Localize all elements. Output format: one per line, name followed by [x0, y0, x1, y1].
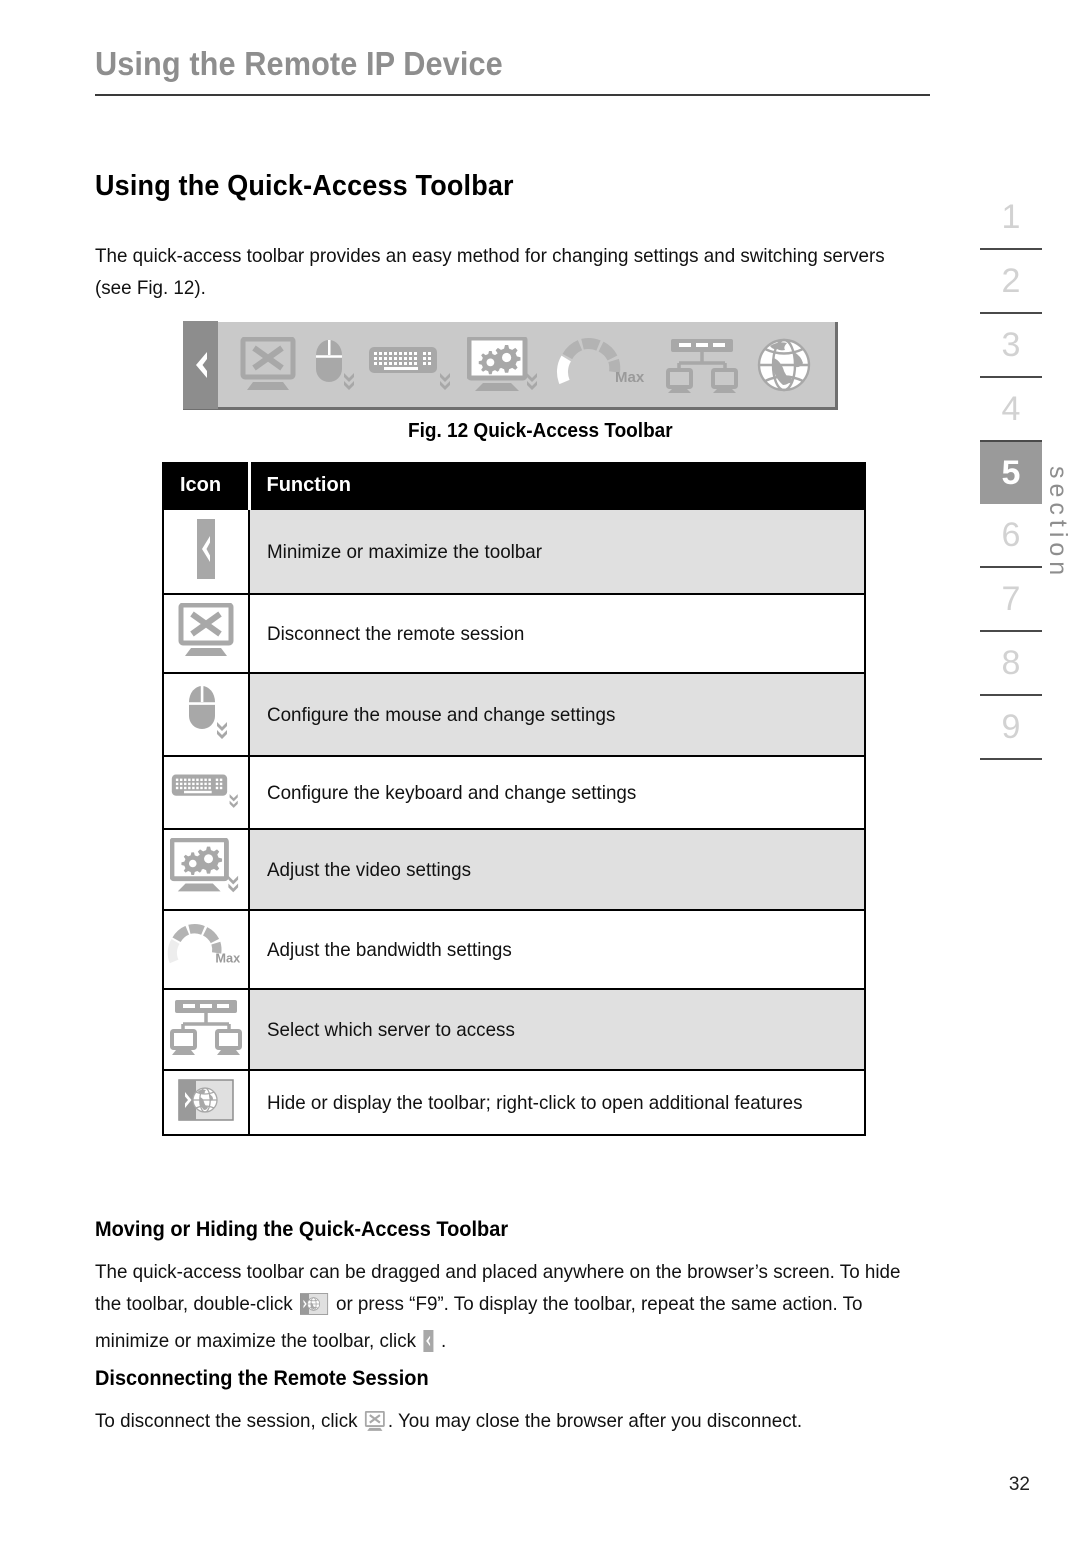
- table-row: Configure the mouse and change settings: [162, 672, 866, 757]
- column-header-function: Function: [266, 473, 351, 496]
- double-chevron-down-icon: [439, 372, 450, 390]
- section-heading-moving: Moving or Hiding the Quick-Access Toolba…: [95, 1218, 509, 1241]
- row-icon-mouse: [162, 672, 250, 757]
- section-rail: 1 2 3 4 5 6 7 8 9: [980, 186, 1042, 760]
- table-header-row: Icon Function: [163, 463, 865, 509]
- section-rail-label: section: [1044, 466, 1072, 581]
- video-gears-monitor-icon: [467, 336, 541, 393]
- section-rail-divider: [980, 758, 1042, 760]
- row-icon-minimize-chevron-handle: [162, 508, 250, 595]
- inline-minimize-chevron-handle-icon: [423, 1330, 434, 1362]
- section-rail-item-4[interactable]: 4: [980, 378, 1042, 440]
- bandwidth-dial-icon: Max: [555, 336, 649, 394]
- double-chevron-down-icon: [527, 372, 538, 390]
- moving-text-part-3: .: [435, 1330, 447, 1352]
- document-page: Using the Remote IP Device Using the Qui…: [0, 0, 1080, 1542]
- section-rail-item-7[interactable]: 7: [980, 568, 1042, 630]
- section-heading-disconnecting: Disconnecting the Remote Session: [95, 1367, 429, 1390]
- chevron-left-icon: [195, 351, 207, 378]
- double-chevron-down-icon: [344, 372, 355, 390]
- server-select-network-icon: [170, 1000, 242, 1055]
- row-icon-video-gears-monitor: [162, 828, 250, 911]
- icon-function-table: Icon Function Minimize or maximize the t…: [162, 462, 866, 1136]
- minimize-chevron-handle-icon: [197, 519, 215, 579]
- page-title: Using the Quick-Access Toolbar: [95, 170, 514, 202]
- section-rail-item-9[interactable]: 9: [980, 696, 1042, 758]
- section-rail-item-1[interactable]: 1: [980, 186, 1042, 248]
- column-header-icon: Icon: [163, 463, 251, 509]
- figure-caption-text: Fig. 12 Quick-Access Toolbar: [407, 420, 673, 442]
- header-divider: [95, 93, 930, 96]
- row-function-text: Adjust the video settings: [248, 828, 866, 911]
- row-function-text: Adjust the bandwidth settings: [248, 909, 866, 990]
- disconnect-monitor-x-icon: [239, 336, 297, 393]
- section-paragraph-moving: The quick-access toolbar can be dragged …: [95, 1256, 915, 1362]
- disconnect-text-part-1: To disconnect the session, click: [95, 1410, 363, 1432]
- row-icon-keyboard: [162, 755, 250, 830]
- figure-caption: Fig. 12 Quick-Access Toolbar: [0, 420, 1080, 443]
- server-select-network-icon: [663, 337, 741, 393]
- dial-max-label: Max: [615, 369, 645, 386]
- section-rail-item-3[interactable]: 3: [980, 314, 1042, 376]
- row-function-text: Disconnect the remote session: [248, 593, 866, 674]
- table-row: Hide or display the toolbar; right-click…: [162, 1069, 866, 1136]
- double-chevron-down-icon: [229, 794, 238, 808]
- table-row: Select which server to access: [162, 988, 866, 1071]
- video-gears-monitor-icon: [169, 837, 239, 893]
- section-rail-item-8[interactable]: 8: [980, 632, 1042, 694]
- page-number: 32: [1008, 1474, 1030, 1495]
- quick-access-toolbar-figure: Max: [183, 320, 838, 410]
- disconnect-monitor-x-icon: [178, 602, 234, 656]
- keyboard-icon: [171, 774, 238, 808]
- inline-disconnect-monitor-x-icon: [365, 1410, 386, 1442]
- table-row: Adjust the video settings: [162, 828, 866, 911]
- toolbar-icon-row: Max: [218, 322, 835, 407]
- section-paragraph-disconnecting: To disconnect the session, click . You m…: [95, 1405, 915, 1442]
- section-rail-item-2[interactable]: 2: [980, 250, 1042, 312]
- bandwidth-dial-icon: Max: [167, 924, 240, 965]
- double-chevron-down-icon: [228, 875, 239, 893]
- running-header: Using the Remote IP Device: [95, 45, 930, 96]
- inline-hide-display-globe-icon: [300, 1293, 329, 1325]
- table-row: Minimize or maximize the toolbar: [162, 508, 866, 595]
- dial-max-label: Max: [215, 950, 240, 965]
- row-function-text: Minimize or maximize the toolbar: [248, 508, 866, 595]
- row-icon-disconnect-monitor-x: [162, 593, 250, 674]
- globe-icon: [754, 336, 814, 394]
- section-rail-item-6[interactable]: 6: [980, 504, 1042, 566]
- row-icon-bandwidth-dial: Max: [162, 909, 250, 990]
- row-function-text: Configure the keyboard and change settin…: [248, 755, 866, 830]
- double-chevron-down-icon: [217, 722, 227, 739]
- row-icon-server-select-network: [162, 988, 250, 1071]
- running-header-title: Using the Remote IP Device: [95, 45, 503, 82]
- table-row: Disconnect the remote session: [162, 593, 866, 674]
- mouse-icon: [310, 337, 355, 393]
- minimize-chevron-handle: [183, 320, 218, 409]
- hide-display-globe-icon: [178, 1079, 234, 1121]
- table-row: Max Adjust the bandwidth settings: [162, 909, 866, 990]
- row-function-text: Select which server to access: [248, 988, 866, 1071]
- disconnect-text-part-2: . You may close the browser after you di…: [387, 1410, 803, 1432]
- mouse-icon: [189, 686, 227, 739]
- intro-paragraph: The quick-access toolbar provides an eas…: [95, 245, 885, 299]
- row-function-text: Configure the mouse and change settings: [248, 672, 866, 757]
- section-rail-item-5-active[interactable]: 5: [980, 442, 1042, 504]
- row-function-text: Hide or display the toolbar; right-click…: [248, 1069, 866, 1136]
- keyboard-icon: [368, 337, 454, 393]
- row-icon-hide-display-globe: [162, 1069, 250, 1136]
- table-row: Configure the keyboard and change settin…: [162, 755, 866, 830]
